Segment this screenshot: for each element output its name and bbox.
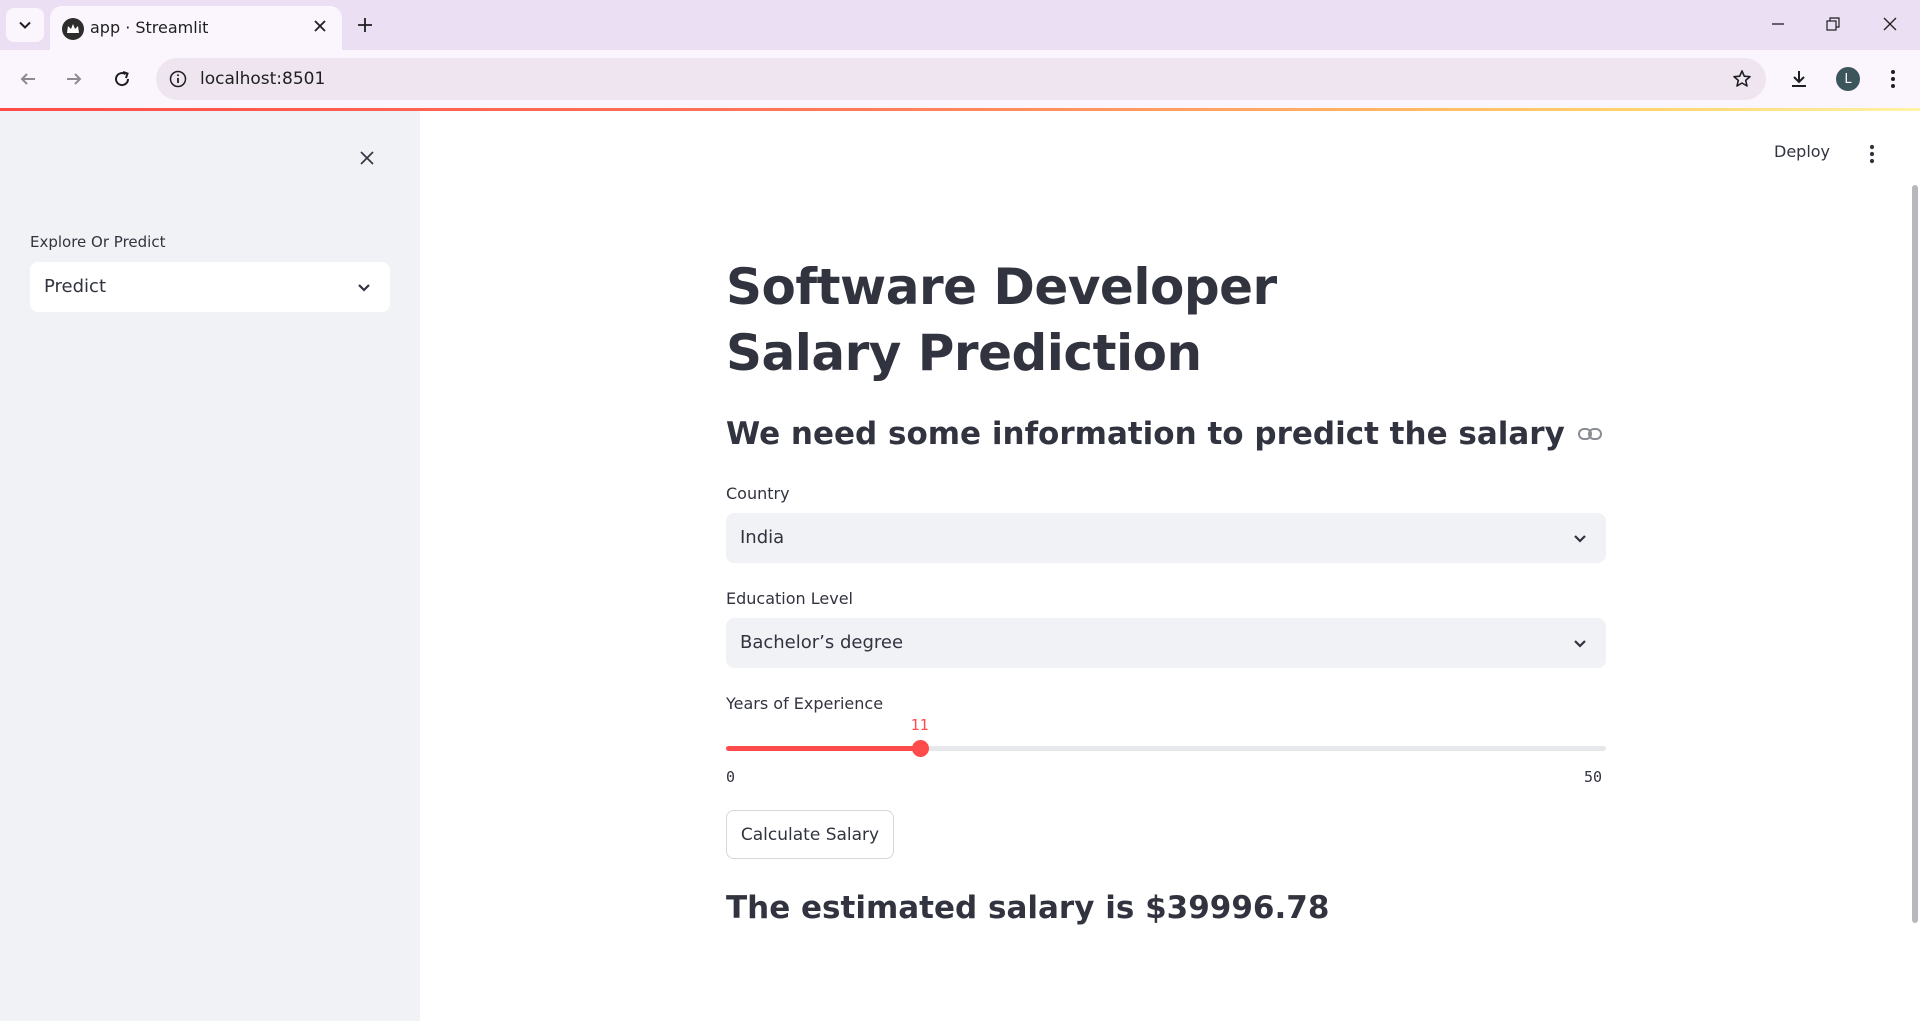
close-icon xyxy=(1883,17,1897,31)
site-info-button[interactable] xyxy=(166,67,190,91)
experience-slider-max: 50 xyxy=(1584,768,1603,786)
explore-predict-label: Explore Or Predict xyxy=(30,233,166,251)
experience-slider-thumb[interactable] xyxy=(911,740,929,757)
restore-icon xyxy=(1826,17,1840,31)
kebab-menu-icon xyxy=(1891,70,1895,88)
tab-search-button[interactable] xyxy=(6,8,44,42)
star-icon xyxy=(1733,70,1751,87)
browser-toolbar: localhost:8501 L xyxy=(0,50,1920,108)
back-button[interactable] xyxy=(10,61,46,97)
minimize-button[interactable] xyxy=(1756,6,1800,42)
plus-icon xyxy=(358,18,372,32)
tab-title: app · Streamlit xyxy=(90,18,209,37)
tab-close-button[interactable] xyxy=(308,14,332,38)
downloads-button[interactable] xyxy=(1781,61,1817,97)
chevron-down-icon xyxy=(354,277,374,297)
kebab-menu-icon xyxy=(1869,144,1875,164)
explore-predict-select[interactable]: Predict xyxy=(30,262,390,312)
main-content xyxy=(420,111,1920,1021)
education-label: Education Level xyxy=(726,589,853,608)
new-tab-button[interactable] xyxy=(350,10,380,40)
subheader: We need some information to predict the … xyxy=(726,416,1603,452)
experience-slider-value: 11 xyxy=(910,716,929,734)
chevron-down-icon xyxy=(1570,528,1590,548)
sidebar: Explore Or Predict Predict xyxy=(0,111,420,1021)
profile-avatar[interactable]: L xyxy=(1836,67,1860,91)
chevron-down-icon xyxy=(19,21,31,29)
reload-icon xyxy=(115,71,130,87)
info-icon xyxy=(169,70,187,88)
close-icon xyxy=(314,20,326,32)
explore-predict-value: Predict xyxy=(44,276,106,297)
page-title: Software Developer Salary Prediction xyxy=(726,258,1277,382)
forward-button[interactable] xyxy=(56,61,92,97)
browser-tab-strip: app · Streamlit xyxy=(0,0,1920,50)
url-text[interactable]: localhost:8501 xyxy=(200,69,325,89)
country-value: India xyxy=(740,527,785,548)
experience-slider-track[interactable] xyxy=(726,740,1606,757)
experience-slider-min: 0 xyxy=(726,768,736,786)
subheader-text: We need some information to predict the … xyxy=(726,416,1565,452)
page-scrollbar[interactable] xyxy=(1912,185,1918,923)
country-label: Country xyxy=(726,484,790,503)
browser-menu-button[interactable] xyxy=(1875,61,1911,97)
app-menu-button[interactable] xyxy=(1860,140,1884,168)
forward-arrow-icon xyxy=(67,73,82,85)
browser-tab-active[interactable]: app · Streamlit xyxy=(50,6,342,50)
download-icon xyxy=(1792,71,1806,87)
reload-button[interactable] xyxy=(104,61,140,97)
back-arrow-icon xyxy=(20,73,35,85)
streamlit-favicon-icon xyxy=(62,18,84,40)
experience-label: Years of Experience xyxy=(726,694,884,713)
link-icon[interactable] xyxy=(1577,421,1603,447)
experience-slider-fill xyxy=(726,746,920,751)
education-select[interactable]: Bachelor’s degree xyxy=(726,618,1606,668)
close-icon xyxy=(360,151,374,165)
calculate-salary-button[interactable]: Calculate Salary xyxy=(726,810,894,859)
chevron-down-icon xyxy=(1570,633,1590,653)
country-select[interactable]: India xyxy=(726,513,1606,563)
address-bar[interactable]: localhost:8501 xyxy=(156,58,1766,100)
bookmark-button[interactable] xyxy=(1730,67,1754,91)
window-close-button[interactable] xyxy=(1868,6,1912,42)
deploy-button[interactable]: Deploy xyxy=(1774,142,1830,161)
sidebar-collapse-button[interactable] xyxy=(354,145,380,171)
restore-button[interactable] xyxy=(1811,6,1855,42)
minimize-icon xyxy=(1772,23,1784,25)
salary-result: The estimated salary is $39996.78 xyxy=(726,890,1330,926)
education-value: Bachelor’s degree xyxy=(740,632,904,653)
